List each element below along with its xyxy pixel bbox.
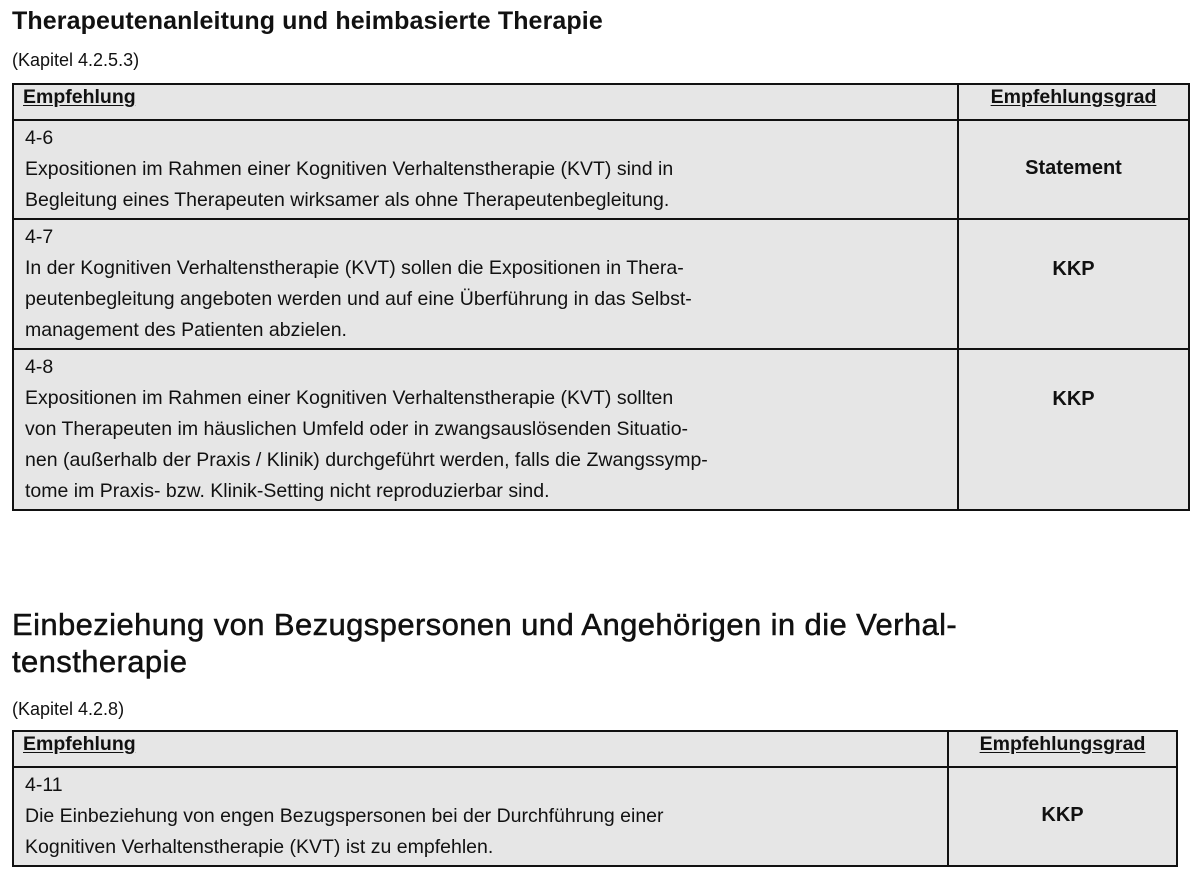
recommendation-text-line: von Therapeuten im häuslichen Umfeld ode… — [25, 418, 689, 440]
recommendation-text-line: Begleitung eines Therapeuten wirksamer a… — [25, 189, 670, 211]
recommendation-id: 4-7 — [25, 226, 54, 248]
recommendation-text-line: management des Patienten abzielen. — [25, 319, 347, 341]
recommendation-cell: 4-8 Expositionen im Rahmen einer Kogniti… — [12, 348, 959, 511]
column-header-grade: Empfehlungsgrad — [957, 83, 1190, 121]
recommendation-id: 4-6 — [25, 127, 54, 149]
recommendation-cell: 4-7 In der Kognitiven Verhaltenstherapie… — [12, 218, 959, 350]
table-header-row: Empfehlung Empfehlungsgrad — [12, 730, 1178, 768]
recommendation-id: 4-8 — [25, 356, 54, 378]
recommendation-grade: KKP — [957, 218, 1190, 350]
recommendation-grade: Statement — [957, 119, 1190, 220]
recommendation-grade: KKP — [957, 348, 1190, 511]
recommendation-grade: KKP — [947, 766, 1178, 867]
section-title-line: Einbeziehung von Bezugspersonen und Ange… — [12, 607, 958, 642]
recommendation-table: Empfehlung Empfehlungsgrad 4-11 Die Einb… — [12, 730, 1178, 867]
section-title: Einbeziehung von Bezugspersonen und Ange… — [12, 607, 1192, 680]
table-row: 4-7 In der Kognitiven Verhaltenstherapie… — [12, 218, 1190, 350]
recommendation-text-line: nen (außerhalb der Praxis / Klinik) durc… — [25, 449, 708, 471]
column-header-recommendation: Empfehlung — [12, 730, 949, 768]
chapter-reference: (Kapitel 4.2.8) — [12, 699, 125, 719]
recommendation-text-line: In der Kognitiven Verhaltenstherapie (KV… — [25, 257, 684, 279]
chapter-reference: (Kapitel 4.2.5.3) — [12, 50, 140, 70]
recommendation-text-line: Die Einbeziehung von engen Bezugspersone… — [25, 805, 664, 827]
table-row: 4-6 Expositionen im Rahmen einer Kogniti… — [12, 119, 1190, 220]
column-header-grade: Empfehlungsgrad — [947, 730, 1178, 768]
table-row: 4-8 Expositionen im Rahmen einer Kogniti… — [12, 348, 1190, 511]
recommendation-text-line: peutenbegleitung angeboten werden und au… — [25, 288, 692, 310]
column-header-recommendation: Empfehlung — [12, 83, 959, 121]
table-row: 4-11 Die Einbeziehung von engen Bezugspe… — [12, 766, 1178, 867]
section-title: Therapeutenanleitung und heimbasierte Th… — [12, 7, 603, 35]
recommendation-table: Empfehlung Empfehlungsgrad 4-6 Expositio… — [12, 83, 1190, 511]
recommendation-text-line: Expositionen im Rahmen einer Kognitiven … — [25, 387, 674, 409]
table-header-row: Empfehlung Empfehlungsgrad — [12, 83, 1190, 121]
section-title-line: tenstherapie — [12, 643, 188, 679]
recommendation-text-line: tome im Praxis- bzw. Klinik-Setting nich… — [25, 480, 550, 502]
recommendation-text-line: Expositionen im Rahmen einer Kognitiven … — [25, 158, 674, 180]
recommendation-cell: 4-11 Die Einbeziehung von engen Bezugspe… — [12, 766, 949, 867]
recommendation-cell: 4-6 Expositionen im Rahmen einer Kogniti… — [12, 119, 959, 220]
recommendation-id: 4-11 — [25, 774, 63, 796]
recommendation-text-line: Kognitiven Verhaltenstherapie (KVT) ist … — [25, 836, 494, 858]
